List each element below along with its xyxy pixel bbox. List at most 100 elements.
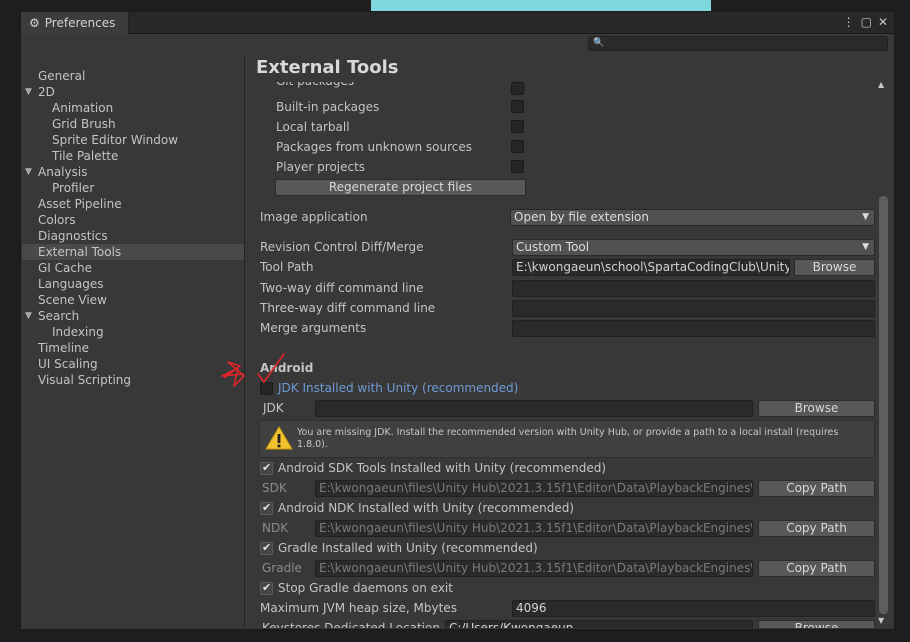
- sidebar-item-gi-cache[interactable]: GI Cache: [22, 260, 244, 276]
- page-title: External Tools: [256, 56, 866, 82]
- foldout-arrow-icon[interactable]: ▼: [25, 164, 32, 180]
- local-tarball-checkbox[interactable]: [511, 120, 524, 133]
- main-panel: External Tools Git packages Built-in pac…: [246, 56, 894, 628]
- sidebar-item-external-tools[interactable]: External Tools: [22, 244, 244, 260]
- sdk-copy-path-button[interactable]: Copy Path: [758, 480, 875, 497]
- more-icon[interactable]: ⋮: [843, 15, 855, 29]
- scroll-down-icon[interactable]: ▼: [878, 616, 884, 625]
- sidebar-item-2d[interactable]: ▼ 2D: [22, 84, 244, 100]
- tab-preferences[interactable]: ⚙ Preferences: [21, 12, 129, 34]
- scroll-up-icon[interactable]: ▲: [878, 80, 884, 89]
- sidebar-item-search[interactable]: ▼ Search: [22, 308, 244, 324]
- merge-arguments-label: Merge arguments: [260, 321, 367, 335]
- keystores-browse-button[interactable]: Browse: [758, 620, 875, 628]
- ndk-installed-checkbox[interactable]: [260, 501, 273, 515]
- scroll-thumb[interactable]: [879, 196, 888, 614]
- sidebar-item-label: External Tools: [38, 245, 122, 259]
- sidebar-item-ui-scaling[interactable]: UI Scaling: [22, 356, 244, 372]
- two-way-diff-field[interactable]: [512, 280, 875, 297]
- sidebar-item-label: GI Cache: [38, 261, 92, 275]
- sidebar-item-visual-scripting[interactable]: Visual Scripting: [22, 372, 244, 388]
- ndk-installed-label: Android NDK Installed with Unity (recomm…: [278, 501, 575, 515]
- sidebar-item-tile-palette[interactable]: Tile Palette: [22, 148, 244, 164]
- sidebar-item-label: Analysis: [38, 165, 88, 179]
- builtin-packages-checkbox[interactable]: [511, 100, 524, 113]
- git-packages-checkbox[interactable]: [511, 82, 524, 95]
- sdk-path-field[interactable]: E:\kwongaeun\files\Unity Hub\2021.3.15f1…: [315, 480, 753, 497]
- sidebar-item-profiler[interactable]: Profiler: [22, 180, 244, 196]
- sidebar-item-colors[interactable]: Colors: [22, 212, 244, 228]
- image-application-dropdown[interactable]: Open by file extension ▼: [510, 209, 875, 226]
- jdk-browse-button[interactable]: Browse: [758, 400, 875, 417]
- sidebar-item-label: Scene View: [38, 293, 107, 307]
- sidebar-item-label: Asset Pipeline: [38, 197, 122, 211]
- sidebar-item-sprite-editor-window[interactable]: Sprite Editor Window: [22, 132, 244, 148]
- sidebar-item-label: Sprite Editor Window: [52, 133, 179, 147]
- player-projects-checkbox[interactable]: [511, 160, 524, 173]
- sidebar-item-indexing[interactable]: Indexing: [22, 324, 244, 340]
- jvm-heap-label: Maximum JVM heap size, Mbytes: [260, 601, 457, 615]
- stop-gradle-daemons-label: Stop Gradle daemons on exit: [278, 581, 453, 595]
- sidebar-item-asset-pipeline[interactable]: Asset Pipeline: [22, 196, 244, 212]
- revision-control-label: Revision Control Diff/Merge: [260, 240, 424, 254]
- sidebar-item-label: Search: [38, 309, 80, 323]
- ndk-label: NDK: [262, 521, 289, 535]
- revision-control-dropdown[interactable]: Custom Tool ▼: [512, 239, 875, 256]
- image-application-value: Open by file extension: [514, 210, 649, 224]
- two-way-diff-label: Two-way diff command line: [260, 281, 424, 295]
- tool-path-field[interactable]: E:\kwongaeun\school\SpartaCodingClub\Uni…: [512, 259, 790, 276]
- main-scrollbar[interactable]: ▲ ▼: [876, 78, 892, 628]
- regenerate-project-files-button[interactable]: Regenerate project files: [275, 179, 526, 196]
- stop-gradle-daemons-checkbox[interactable]: [260, 581, 273, 595]
- sidebar-item-label: 2D: [38, 85, 55, 99]
- warning-icon: [265, 426, 293, 450]
- ndk-path-field[interactable]: E:\kwongaeun\files\Unity Hub\2021.3.15f1…: [315, 520, 753, 537]
- sidebar-item-label: General: [38, 69, 86, 83]
- sidebar-item-label: Tile Palette: [52, 149, 119, 163]
- three-way-diff-label: Three-way diff command line: [260, 301, 436, 315]
- sidebar-item-grid-brush[interactable]: Grid Brush: [22, 116, 244, 132]
- foldout-arrow-icon[interactable]: ▼: [25, 308, 32, 324]
- gradle-path-field[interactable]: E:\kwongaeun\files\Unity Hub\2021.3.15f1…: [315, 560, 753, 577]
- local-tarball-label: Local tarball: [276, 120, 350, 134]
- title-bar: ⋮ ▢ ✕: [129, 12, 894, 34]
- sidebar-item-animation[interactable]: Animation: [22, 100, 244, 116]
- ndk-copy-path-button[interactable]: Copy Path: [758, 520, 875, 537]
- gradle-label: Gradle: [262, 561, 302, 575]
- background-window-strip: [371, 0, 711, 11]
- gradle-installed-checkbox[interactable]: [260, 541, 273, 555]
- jdk-path-field[interactable]: [315, 400, 753, 417]
- maximize-icon[interactable]: ▢: [861, 15, 872, 29]
- sidebar-item-label: Timeline: [38, 341, 90, 355]
- player-projects-label: Player projects: [276, 160, 366, 174]
- search-input[interactable]: 🔍: [588, 36, 888, 51]
- sidebar-item-label: Colors: [38, 213, 76, 227]
- jdk-installed-label: JDK Installed with Unity (recommended): [278, 381, 519, 395]
- sidebar-item-label: Animation: [52, 101, 114, 115]
- builtin-packages-label: Built-in packages: [276, 100, 380, 114]
- sidebar-item-scene-view[interactable]: Scene View: [22, 292, 244, 308]
- gradle-installed-label: Gradle Installed with Unity (recommended…: [278, 541, 538, 555]
- sidebar-item-label: Indexing: [52, 325, 104, 339]
- jdk-label: JDK: [263, 401, 284, 415]
- sidebar-item-general[interactable]: General: [22, 68, 244, 84]
- image-application-label: Image application: [260, 210, 368, 224]
- close-icon[interactable]: ✕: [878, 15, 888, 29]
- preferences-window: ⋮ ▢ ✕ ⚙ Preferences 🔍 General ▼ 2D Animatio…: [20, 11, 895, 630]
- gradle-copy-path-button[interactable]: Copy Path: [758, 560, 875, 577]
- merge-arguments-field[interactable]: [512, 320, 875, 337]
- sidebar-item-analysis[interactable]: ▼ Analysis: [22, 164, 244, 180]
- three-way-diff-field[interactable]: [512, 300, 875, 317]
- sidebar-item-diagnostics[interactable]: Diagnostics: [22, 228, 244, 244]
- foldout-arrow-icon[interactable]: ▼: [25, 84, 32, 100]
- sidebar-item-languages[interactable]: Languages: [22, 276, 244, 292]
- tool-path-browse-button[interactable]: Browse: [794, 259, 875, 276]
- jvm-heap-field[interactable]: 4096: [512, 600, 875, 617]
- keystores-location-field[interactable]: C:/Users/Kwongaeun: [445, 620, 753, 628]
- sdk-label: SDK: [262, 481, 287, 495]
- jdk-installed-checkbox[interactable]: [260, 382, 273, 395]
- unknown-sources-checkbox[interactable]: [511, 140, 524, 153]
- sidebar-item-label: Diagnostics: [38, 229, 108, 243]
- sidebar-item-timeline[interactable]: Timeline: [22, 340, 244, 356]
- sdk-installed-checkbox[interactable]: [260, 461, 273, 475]
